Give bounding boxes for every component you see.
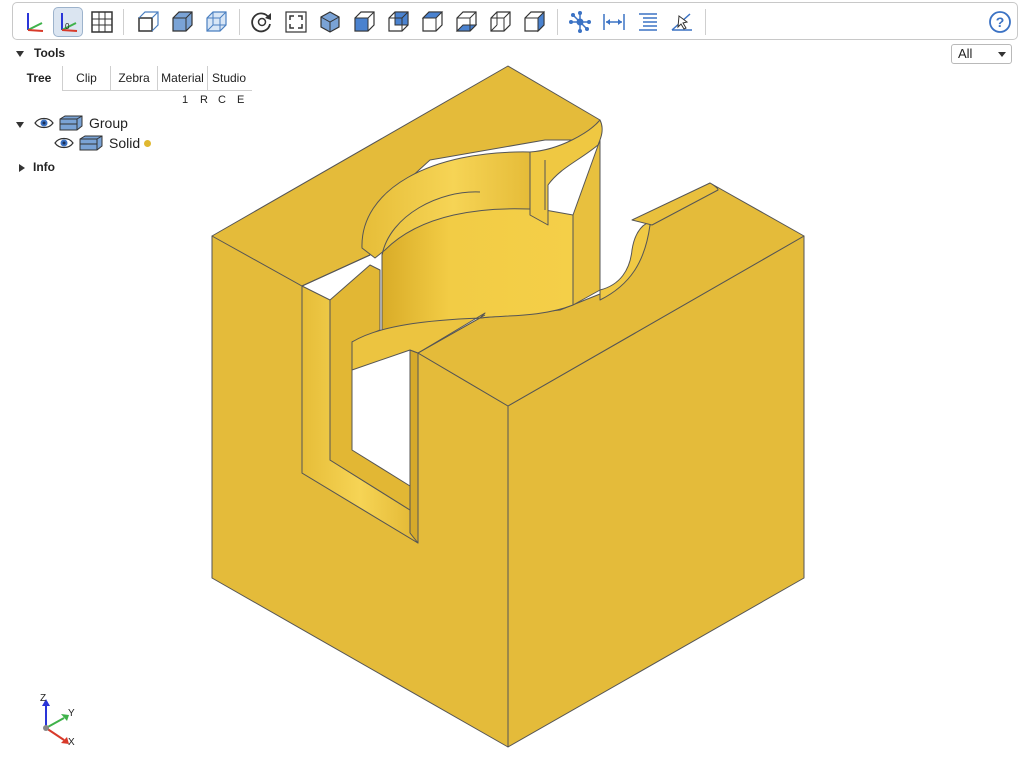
left-view-icon bbox=[490, 11, 511, 32]
bottom-view-icon bbox=[455, 11, 478, 32]
iso-view-icon bbox=[320, 11, 340, 33]
column-flag-c: C bbox=[218, 94, 226, 106]
svg-text:?: ? bbox=[996, 14, 1005, 30]
tab-studio[interactable]: Studio bbox=[208, 66, 250, 90]
select-angle-button[interactable] bbox=[667, 7, 697, 37]
info-header[interactable]: Info bbox=[33, 160, 55, 174]
tab-material[interactable]: Material bbox=[158, 66, 208, 90]
rear-view-button[interactable] bbox=[383, 7, 413, 37]
select-angle-icon bbox=[671, 13, 692, 31]
explode-button[interactable] bbox=[565, 7, 595, 37]
reset-view-icon bbox=[251, 12, 271, 33]
axis-z-label: Z bbox=[40, 693, 47, 704]
tools-header[interactable]: Tools bbox=[34, 46, 65, 60]
fit-view-button[interactable] bbox=[281, 7, 311, 37]
toolbar-separator bbox=[123, 9, 124, 35]
axes-triad: Z Y X bbox=[30, 690, 90, 754]
chevron-down-icon bbox=[998, 52, 1006, 57]
group-expand-toggle-icon[interactable] bbox=[16, 122, 24, 128]
column-flag-r: R bbox=[200, 94, 208, 106]
slot-inner-face bbox=[409, 349, 419, 544]
right-view-button[interactable] bbox=[519, 7, 549, 37]
help-icon: ? bbox=[989, 11, 1011, 33]
right-view-icon bbox=[524, 10, 545, 33]
measure-distance-button[interactable] bbox=[599, 7, 629, 37]
rear-view-icon bbox=[388, 11, 409, 32]
axes-button[interactable] bbox=[19, 7, 49, 37]
toolbar-separator bbox=[239, 9, 240, 35]
reset-view-button[interactable] bbox=[247, 7, 277, 37]
view-filter-value: All bbox=[958, 46, 973, 61]
view-filter-select[interactable]: All bbox=[951, 44, 1012, 64]
solid-color-swatch bbox=[144, 140, 151, 147]
perspective-button[interactable] bbox=[133, 7, 163, 37]
cad-model[interactable] bbox=[0, 0, 1024, 768]
axis-x-label: X bbox=[68, 737, 75, 748]
info-expand-toggle-icon[interactable] bbox=[19, 164, 25, 172]
bottom-view-button[interactable] bbox=[451, 7, 481, 37]
transparent-view-icon bbox=[206, 11, 227, 32]
properties-button[interactable] bbox=[633, 7, 663, 37]
axes-origin-button[interactable]: 0 bbox=[53, 7, 83, 37]
help-button[interactable]: ? bbox=[985, 7, 1015, 37]
tools-collapse-toggle-icon[interactable] bbox=[16, 51, 24, 57]
column-flag-e: E bbox=[237, 94, 245, 106]
column-flag-1: 1 bbox=[182, 94, 189, 106]
measure-distance-icon bbox=[603, 14, 625, 30]
axis-y-label: Y bbox=[68, 708, 75, 719]
eye-icon[interactable] bbox=[54, 136, 74, 150]
tree-item-group-label[interactable]: Group bbox=[89, 115, 128, 131]
selected-tab-gap bbox=[16, 89, 62, 91]
iso-view-button[interactable] bbox=[315, 7, 345, 37]
toolbar-separator bbox=[557, 9, 558, 35]
axes-triad-icon bbox=[42, 699, 69, 744]
svg-text:0: 0 bbox=[65, 22, 70, 31]
fit-view-icon bbox=[285, 11, 307, 33]
top-view-button[interactable] bbox=[417, 7, 447, 37]
axes-origin-icon: 0 bbox=[61, 13, 78, 32]
channel-back-wall bbox=[572, 139, 601, 306]
tree-item-solid-label[interactable]: Solid bbox=[109, 135, 140, 151]
3d-viewport[interactable]: Z Y X bbox=[0, 0, 1024, 768]
transparent-view-button[interactable] bbox=[201, 7, 231, 37]
shape-group-icon bbox=[59, 115, 83, 131]
left-view-button[interactable] bbox=[485, 7, 515, 37]
solid-view-icon bbox=[172, 11, 193, 32]
shape-solid-icon bbox=[79, 135, 103, 151]
axes-icon bbox=[27, 13, 44, 32]
tab-tree[interactable]: Tree bbox=[16, 66, 63, 90]
properties-list-icon bbox=[639, 13, 657, 31]
grid-button[interactable] bbox=[87, 7, 117, 37]
solid-view-button[interactable] bbox=[167, 7, 197, 37]
tab-zebra[interactable]: Zebra bbox=[111, 66, 158, 90]
perspective-icon bbox=[138, 11, 159, 32]
main-toolbar: 0 ? bbox=[12, 2, 1018, 40]
tab-clip[interactable]: Clip bbox=[63, 66, 111, 90]
toolbar-separator bbox=[705, 9, 706, 35]
front-view-icon bbox=[354, 11, 375, 32]
front-view-button[interactable] bbox=[349, 7, 379, 37]
explode-icon bbox=[569, 11, 591, 33]
eye-icon[interactable] bbox=[34, 116, 54, 130]
top-view-icon bbox=[421, 11, 444, 32]
grid-icon bbox=[91, 11, 113, 33]
